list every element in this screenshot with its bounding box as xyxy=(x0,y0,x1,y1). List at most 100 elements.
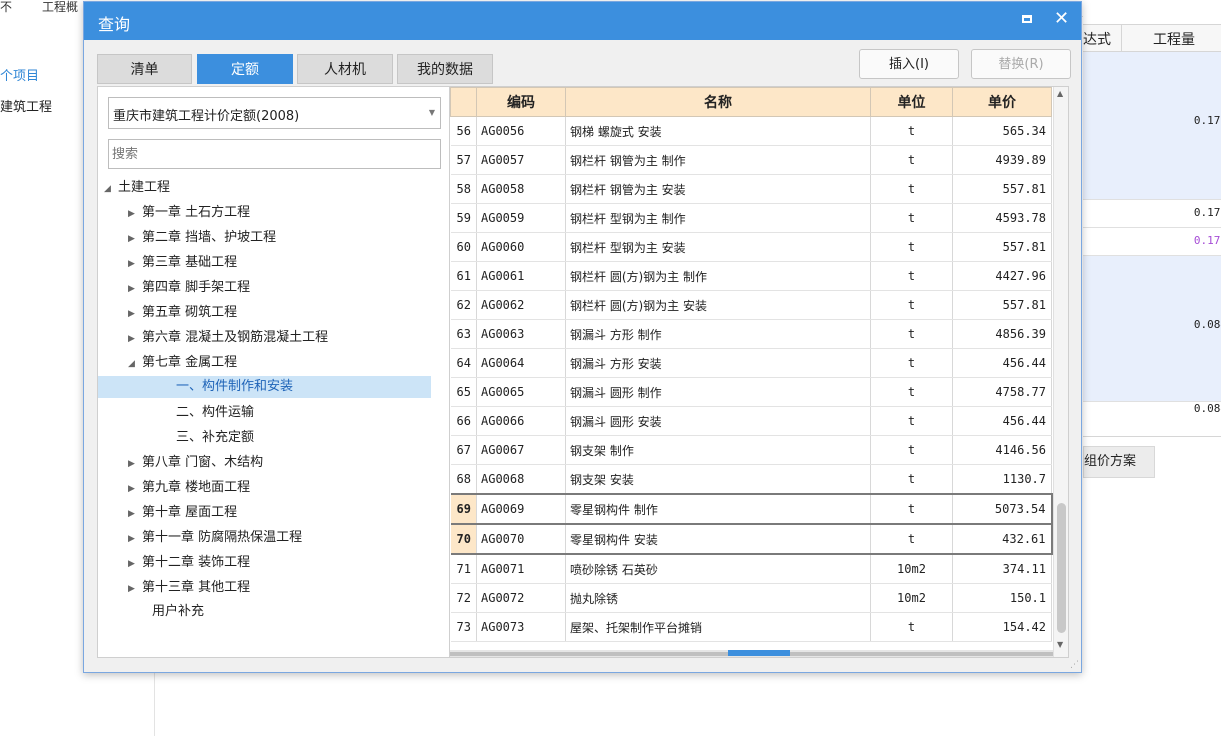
code-cell[interactable]: AG0068 xyxy=(476,464,566,495)
row-number-cell[interactable]: 66 xyxy=(450,406,477,436)
background-tab-fragment[interactable]: 不 xyxy=(0,0,12,15)
header-unit[interactable]: 单位 xyxy=(870,87,953,117)
row-number-cell[interactable]: 57 xyxy=(450,145,477,175)
row-number-cell[interactable]: 68 xyxy=(450,464,477,495)
table-row[interactable]: 72 AG0072 抛丸除锈 10m2 150.1 xyxy=(450,583,1052,613)
collapse-icon[interactable]: ◢ xyxy=(104,178,118,200)
table-row[interactable]: 71 AG0071 喷砂除锈 石英砂 10m2 374.11 xyxy=(450,554,1052,584)
name-cell[interactable]: 钢梯 螺旋式 安装 xyxy=(565,116,871,146)
table-row[interactable]: 62 AG0062 钢栏杆 圆(方)钢为主 安装 t 557.81 xyxy=(450,290,1052,320)
price-cell[interactable]: 557.81 xyxy=(952,232,1052,262)
code-cell[interactable]: AG0056 xyxy=(476,116,566,146)
tree-node-ch12[interactable]: ▶ 第十二章 装饰工程 xyxy=(128,552,250,574)
price-cell[interactable]: 154.42 xyxy=(952,612,1052,642)
horizontal-splitter[interactable] xyxy=(450,650,1053,657)
dialog-titlebar[interactable]: 查询 ✕ xyxy=(84,2,1081,40)
code-cell[interactable]: AG0070 xyxy=(476,523,566,555)
price-cell[interactable]: 4939.89 xyxy=(952,145,1052,175)
tree-node-ch3[interactable]: ▶ 第三章 基础工程 xyxy=(128,252,237,274)
name-cell[interactable]: 钢栏杆 圆(方)钢为主 制作 xyxy=(565,261,871,291)
background-cell[interactable]: 0.084 xyxy=(1083,256,1221,402)
scroll-up-icon[interactable]: ▲ xyxy=(1057,89,1063,98)
header-price[interactable]: 单价 xyxy=(952,87,1052,117)
tree-node-ch6[interactable]: ▶ 第六章 混凝土及钢筋混凝土工程 xyxy=(128,327,328,349)
background-tab-pricing-plan[interactable]: 组价方案 xyxy=(1083,446,1155,478)
expand-icon[interactable]: ▶ xyxy=(128,253,142,275)
unit-cell[interactable]: t xyxy=(870,348,953,378)
price-cell[interactable]: 1130.7 xyxy=(952,464,1052,495)
price-cell[interactable]: 4758.77 xyxy=(952,377,1052,407)
tab-my-data[interactable]: 我的数据 xyxy=(397,54,493,84)
name-cell[interactable]: 钢栏杆 钢管为主 安装 xyxy=(565,174,871,204)
tree-node-ch10[interactable]: ▶ 第十章 屋面工程 xyxy=(128,502,237,524)
expand-icon[interactable]: ▶ xyxy=(128,503,142,525)
expand-icon[interactable]: ▶ xyxy=(128,528,142,550)
name-cell[interactable]: 钢栏杆 钢管为主 制作 xyxy=(565,145,871,175)
price-cell[interactable]: 150.1 xyxy=(952,583,1052,613)
tab-bill[interactable]: 清单 xyxy=(97,54,192,84)
price-cell[interactable]: 4427.96 xyxy=(952,261,1052,291)
collapse-icon[interactable]: ◢ xyxy=(128,353,142,375)
unit-cell[interactable]: 10m2 xyxy=(870,554,953,584)
unit-cell[interactable]: t xyxy=(870,290,953,320)
price-cell[interactable]: 4146.56 xyxy=(952,435,1052,465)
row-number-cell[interactable]: 69 xyxy=(450,493,477,525)
unit-cell[interactable]: t xyxy=(870,261,953,291)
price-cell[interactable]: 374.11 xyxy=(952,554,1052,584)
table-row[interactable]: 69 AG0069 零星钢构件 制作 t 5073.54 xyxy=(450,493,1053,525)
tree-node-ch4[interactable]: ▶ 第四章 脚手架工程 xyxy=(128,277,250,299)
replace-button[interactable]: 替换(R) xyxy=(971,49,1071,79)
unit-cell[interactable]: t xyxy=(870,493,953,525)
unit-cell[interactable]: t xyxy=(870,319,953,349)
header-name[interactable]: 名称 xyxy=(565,87,871,117)
unit-cell[interactable]: t xyxy=(870,464,953,495)
price-cell[interactable]: 456.44 xyxy=(952,348,1052,378)
row-number-cell[interactable]: 72 xyxy=(450,583,477,613)
row-number-cell[interactable]: 70 xyxy=(450,523,477,555)
splitter-handle[interactable] xyxy=(728,650,790,656)
table-row[interactable]: 66 AG0066 钢漏斗 圆形 安装 t 456.44 xyxy=(450,406,1052,436)
maximize-icon[interactable] xyxy=(1022,15,1032,23)
expand-icon[interactable]: ▶ xyxy=(128,578,142,600)
name-cell[interactable]: 零星钢构件 制作 xyxy=(565,493,871,525)
name-cell[interactable]: 钢漏斗 圆形 制作 xyxy=(565,377,871,407)
expand-icon[interactable]: ▶ xyxy=(128,278,142,300)
code-cell[interactable]: AG0060 xyxy=(476,232,566,262)
table-row[interactable]: 67 AG0067 钢支架 制作 t 4146.56 xyxy=(450,435,1052,465)
code-cell[interactable]: AG0059 xyxy=(476,203,566,233)
tree-node-ch13[interactable]: ▶ 第十三章 其他工程 xyxy=(128,577,250,599)
row-number-cell[interactable]: 59 xyxy=(450,203,477,233)
table-row[interactable]: 58 AG0058 钢栏杆 钢管为主 安装 t 557.81 xyxy=(450,174,1052,204)
unit-cell[interactable]: 10m2 xyxy=(870,583,953,613)
row-number-cell[interactable]: 63 xyxy=(450,319,477,349)
tree-node-ch11[interactable]: ▶ 第十一章 防腐隔热保温工程 xyxy=(128,527,302,549)
name-cell[interactable]: 钢漏斗 圆形 安装 xyxy=(565,406,871,436)
row-number-cell[interactable]: 61 xyxy=(450,261,477,291)
table-row[interactable]: 64 AG0064 钢漏斗 方形 安装 t 456.44 xyxy=(450,348,1052,378)
name-cell[interactable]: 屋架、托架制作平台摊销 xyxy=(565,612,871,642)
row-number-cell[interactable]: 62 xyxy=(450,290,477,320)
name-cell[interactable]: 钢栏杆 型钢为主 制作 xyxy=(565,203,871,233)
name-cell[interactable]: 钢栏杆 圆(方)钢为主 安装 xyxy=(565,290,871,320)
scroll-down-icon[interactable]: ▼ xyxy=(1057,640,1063,649)
expand-icon[interactable]: ▶ xyxy=(128,453,142,475)
row-number-cell[interactable]: 60 xyxy=(450,232,477,262)
scrollbar-thumb[interactable] xyxy=(1057,503,1066,633)
code-cell[interactable]: AG0057 xyxy=(476,145,566,175)
search-input[interactable] xyxy=(108,139,441,169)
name-cell[interactable]: 喷砂除锈 石英砂 xyxy=(565,554,871,584)
code-cell[interactable]: AG0072 xyxy=(476,583,566,613)
tree-node-ch5[interactable]: ▶ 第五章 砌筑工程 xyxy=(128,302,237,324)
price-cell[interactable]: 4593.78 xyxy=(952,203,1052,233)
code-cell[interactable]: AG0066 xyxy=(476,406,566,436)
table-row[interactable]: 70 AG0070 零星钢构件 安装 t 432.61 xyxy=(450,523,1053,555)
header-code[interactable]: 编码 xyxy=(476,87,566,117)
row-number-cell[interactable]: 73 xyxy=(450,612,477,642)
code-cell[interactable]: AG0067 xyxy=(476,435,566,465)
name-cell[interactable]: 钢支架 安装 xyxy=(565,464,871,495)
name-cell[interactable]: 钢漏斗 方形 安装 xyxy=(565,348,871,378)
vertical-scrollbar[interactable]: ▲ ▼ xyxy=(1053,87,1068,657)
background-cell[interactable]: 0.179 xyxy=(1083,52,1221,200)
unit-cell[interactable]: t xyxy=(870,145,953,175)
tree-node-ch2[interactable]: ▶ 第二章 挡墙、护坡工程 xyxy=(128,227,276,249)
